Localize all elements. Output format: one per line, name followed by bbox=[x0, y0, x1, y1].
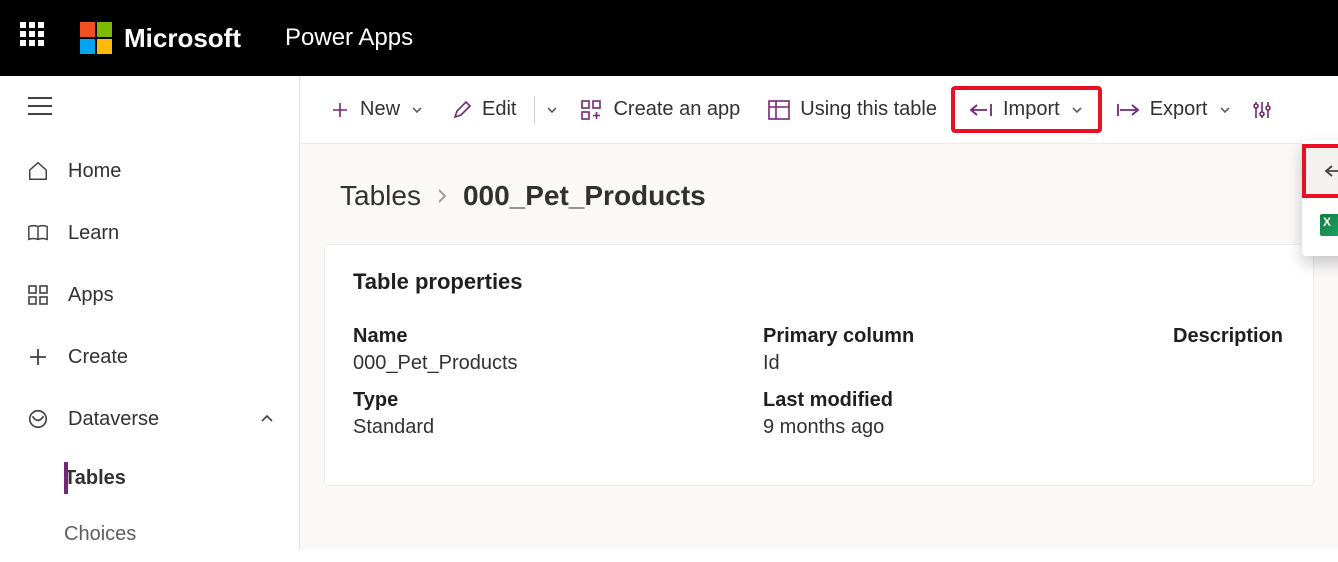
create-app-button[interactable]: Create an app bbox=[567, 90, 754, 129]
chevron-down-icon bbox=[1218, 103, 1232, 117]
sidebar-item-dataverse[interactable]: Dataverse bbox=[0, 388, 299, 450]
button-label: Export bbox=[1150, 98, 1208, 121]
toolbar-separator bbox=[534, 96, 535, 124]
sliders-icon bbox=[1252, 100, 1272, 120]
book-icon bbox=[24, 221, 52, 245]
dataverse-icon bbox=[24, 407, 52, 431]
sidebar-item-learn[interactable]: Learn bbox=[0, 202, 299, 264]
value-primary: Id bbox=[763, 352, 1173, 375]
app-name: Power Apps bbox=[285, 24, 413, 52]
sidebar-label: Home bbox=[68, 160, 121, 183]
import-dropdown: Import data Import data from Excel bbox=[1302, 140, 1338, 256]
using-this-table-button[interactable]: Using this table bbox=[754, 90, 951, 129]
button-label: Create an app bbox=[613, 98, 740, 121]
value-type: Standard bbox=[353, 416, 763, 439]
sidebar-label: Choices bbox=[64, 523, 136, 546]
sidebar-item-create[interactable]: Create bbox=[0, 326, 299, 388]
sidebar-label: Create bbox=[68, 346, 128, 369]
chevron-right-icon bbox=[435, 187, 449, 205]
breadcrumb-current: 000_Pet_Products bbox=[463, 180, 706, 212]
command-bar: New Edit Create an app bbox=[300, 76, 1338, 144]
import-button[interactable]: Import bbox=[951, 86, 1102, 133]
value-modified: 9 months ago bbox=[763, 416, 1173, 439]
table-icon bbox=[768, 100, 790, 120]
label-type: Type bbox=[353, 389, 763, 412]
label-modified: Last modified bbox=[763, 389, 1173, 412]
breadcrumb-parent[interactable]: Tables bbox=[340, 180, 421, 212]
export-button[interactable]: Export bbox=[1102, 90, 1246, 129]
table-properties-panel: Table properties Name 000_Pet_Products T… bbox=[324, 244, 1314, 486]
grid-icon bbox=[24, 283, 52, 307]
sidebar-item-choices[interactable]: Choices bbox=[64, 506, 299, 562]
label-primary: Primary column bbox=[763, 325, 1173, 348]
left-nav: Home Learn Apps Create bbox=[0, 76, 300, 550]
microsoft-logo[interactable]: Microsoft bbox=[80, 22, 241, 54]
edit-split-chevron[interactable] bbox=[539, 95, 567, 125]
button-label: Edit bbox=[482, 98, 516, 121]
sidebar-item-apps[interactable]: Apps bbox=[0, 264, 299, 326]
chevron-down-icon bbox=[410, 103, 424, 117]
import-icon bbox=[1324, 160, 1338, 182]
plus-icon bbox=[24, 345, 52, 369]
sidebar-item-tables[interactable]: Tables bbox=[64, 450, 299, 506]
import-excel-item[interactable]: Import data from Excel bbox=[1302, 198, 1338, 252]
sidebar-label: Learn bbox=[68, 222, 119, 245]
plus-icon bbox=[330, 100, 350, 120]
global-header: Microsoft Power Apps bbox=[0, 0, 1338, 76]
app-plus-icon bbox=[581, 100, 603, 120]
value-name: 000_Pet_Products bbox=[353, 352, 763, 375]
microsoft-logo-icon bbox=[80, 22, 112, 54]
button-label: New bbox=[360, 98, 400, 121]
hamburger-icon[interactable] bbox=[28, 97, 52, 115]
new-button[interactable]: New bbox=[316, 90, 438, 129]
sidebar-item-home[interactable]: Home bbox=[0, 140, 299, 202]
sidebar-label: Apps bbox=[68, 284, 114, 307]
import-data-item[interactable]: Import data bbox=[1302, 144, 1338, 198]
excel-icon bbox=[1320, 214, 1338, 236]
panel-title: Table properties bbox=[353, 269, 1285, 295]
label-name: Name bbox=[353, 325, 763, 348]
chevron-up-icon bbox=[259, 411, 275, 427]
edit-button[interactable]: Edit bbox=[438, 90, 530, 129]
label-description: Description bbox=[1173, 325, 1285, 348]
pencil-icon bbox=[452, 100, 472, 120]
export-icon bbox=[1116, 102, 1140, 118]
breadcrumb: Tables 000_Pet_Products bbox=[300, 144, 1338, 228]
button-label: Import bbox=[1003, 98, 1060, 121]
content-area: New Edit Create an app bbox=[300, 76, 1338, 550]
settings-button[interactable] bbox=[1246, 92, 1278, 128]
chevron-down-icon bbox=[1070, 103, 1084, 117]
microsoft-logo-text: Microsoft bbox=[124, 23, 241, 54]
home-icon bbox=[24, 159, 52, 183]
import-icon bbox=[969, 102, 993, 118]
button-label: Using this table bbox=[800, 98, 937, 121]
app-launcher-icon[interactable] bbox=[20, 22, 52, 54]
sidebar-label: Dataverse bbox=[68, 408, 159, 431]
sidebar-label: Tables bbox=[64, 467, 126, 490]
